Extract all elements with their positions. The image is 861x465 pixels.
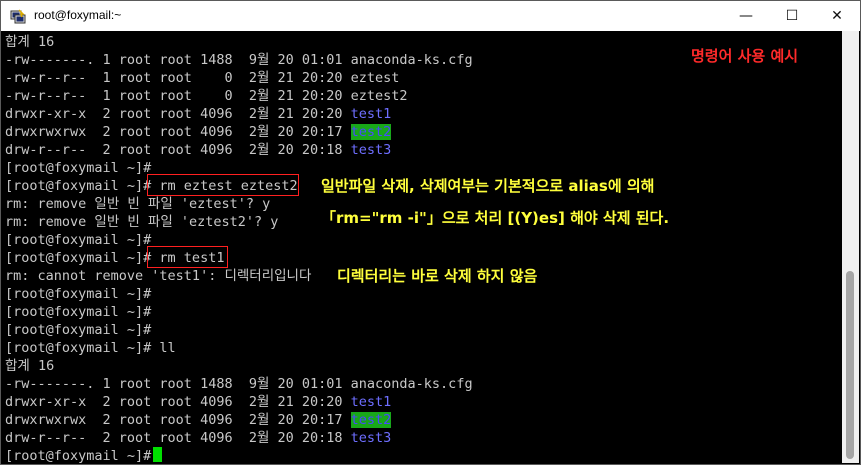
terminal-text: [root@foxymail ~]# <box>5 304 152 320</box>
scrollbar-thumb[interactable] <box>846 271 854 459</box>
terminal-text: drwxrwxrwx 2 root root 4096 2월 20 20:17 <box>5 412 351 428</box>
terminal-line: rm: remove 일반 빈 파일 'eztest'? y <box>5 195 270 213</box>
maximize-icon: ☐ <box>785 8 799 24</box>
annotation-note-2: 디렉터리는 바로 삭제 하지 않음 <box>337 267 538 285</box>
minimize-button[interactable]: — <box>723 1 769 31</box>
terminal-output[interactable]: 합계 16 -rw-------. 1 root root 1488 9월 20 … <box>5 31 841 464</box>
terminal-text: 합계 16 <box>5 358 55 374</box>
annotation-note-1-line-2: 「rm="rm -i"」으로 처리 [(Y)es] 해야 삭제 된다. <box>321 209 670 227</box>
close-icon: ✕ <box>831 8 843 24</box>
directory-name: test3 <box>350 430 392 446</box>
terminal-line: drwxr-xr-x 2 root root 4096 2월 21 20:20 … <box>5 393 391 411</box>
directory-name: test3 <box>350 142 392 158</box>
maximize-button[interactable]: ☐ <box>769 1 815 31</box>
terminal-text: rm: cannot remove 'test1': 디렉터리입니다 <box>5 268 312 284</box>
terminal-text: -rw-------. 1 root root 1488 9월 20 01:01… <box>5 52 473 68</box>
command-highlight-box <box>147 246 228 268</box>
annotation-title: 명령어 사용 예시 <box>691 47 799 65</box>
terminal-line: [root@foxymail ~]# <box>5 231 151 249</box>
terminal-line: -rw-------. 1 root root 1488 9월 20 01:01… <box>5 51 473 69</box>
terminal-line: [root@foxymail ~]# ll <box>5 339 176 357</box>
terminal-text: -rw-------. 1 root root 1488 9월 20 01:01… <box>5 376 473 392</box>
terminal-line: 합계 16 <box>5 357 54 375</box>
terminal-line: rm: remove 일반 빈 파일 'eztest2'? y <box>5 213 278 231</box>
terminal-text: rm: remove 일반 빈 파일 'eztest2'? y <box>5 214 279 230</box>
terminal-text: -rw-r--r-- 1 root root 0 2월 21 20:20 ezt… <box>5 88 408 104</box>
terminal-text: [root@foxymail ~]# <box>5 160 152 176</box>
terminal-line: drwxrwxrwx 2 root root 4096 2월 20 20:17 … <box>5 411 392 429</box>
window-title: root@foxymail:~ <box>34 8 122 22</box>
terminal-line: drwxrwxrwx 2 root root 4096 2월 20 20:17 … <box>5 123 392 141</box>
terminal-text: [root@foxymail ~]# <box>5 448 160 464</box>
terminal-line: -rw-------. 1 root root 1488 9월 20 01:01… <box>5 375 473 393</box>
terminal-line: [root@foxymail ~]# <box>5 303 151 321</box>
terminal-line: [root@foxymail ~]# <box>5 321 151 339</box>
close-button[interactable]: ✕ <box>814 1 860 31</box>
terminal-text: 합계 16 <box>5 34 55 50</box>
terminal-text: [root@foxymail ~]# <box>5 232 152 248</box>
annotation-note-1-line-1: 일반파일 삭제, 삭제여부는 기본적으로 alias에 의해 <box>321 177 655 195</box>
terminal-text: drwxr-xr-x 2 root root 4096 2월 21 20:20 <box>5 394 351 410</box>
terminal-line: [root@foxymail ~]# <box>5 285 151 303</box>
terminal-text: drwxrwxrwx 2 root root 4096 2월 20 20:17 <box>5 124 351 140</box>
directory-name: test2 <box>350 412 392 428</box>
terminal-text: rm: remove 일반 빈 파일 'eztest'? y <box>5 196 271 212</box>
directory-name: test1 <box>350 394 392 410</box>
terminal-text: [root@foxymail ~]# <box>5 322 152 338</box>
terminal-text: [root@foxymail ~]# <box>5 286 152 302</box>
minimize-icon: — <box>739 8 753 24</box>
terminal-line: rm: cannot remove 'test1': 디렉터리입니다 <box>5 267 311 285</box>
command-highlight-box <box>147 174 299 196</box>
terminal-text: [root@foxymail ~]# ll <box>5 340 176 356</box>
terminal-line: [root@foxymail ~]# <box>5 447 160 464</box>
terminal-window: root@foxymail:~ — ☐ ✕ 합계 16 -rw-------. 1… <box>0 0 861 465</box>
directory-name: test2 <box>350 124 392 140</box>
terminal-line: drw-r--r-- 2 root root 4096 2월 20 20:18 … <box>5 141 391 159</box>
terminal-line: drw-r--r-- 2 root root 4096 2월 20 20:18 … <box>5 429 391 447</box>
title-bar[interactable]: root@foxymail:~ — ☐ ✕ <box>1 1 860 31</box>
terminal-text: drw-r--r-- 2 root root 4096 2월 20 20:18 <box>5 142 351 158</box>
terminal-line: [root@foxymail ~]# <box>5 159 151 177</box>
terminal-line: drwxr-xr-x 2 root root 4096 2월 21 20:20 … <box>5 105 391 123</box>
terminal-text: drw-r--r-- 2 root root 4096 2월 20 20:18 <box>5 430 351 446</box>
terminal-line: -rw-r--r-- 1 root root 0 2월 21 20:20 ezt… <box>5 87 408 105</box>
terminal-cursor <box>153 447 162 462</box>
terminal-text: -rw-r--r-- 1 root root 0 2월 21 20:20 ezt… <box>5 70 400 86</box>
terminal-line: -rw-r--r-- 1 root root 0 2월 21 20:20 ezt… <box>5 69 399 87</box>
terminal-text: drwxr-xr-x 2 root root 4096 2월 21 20:20 <box>5 106 351 122</box>
putty-app-icon[interactable] <box>10 8 26 24</box>
directory-name: test1 <box>350 106 392 122</box>
terminal-line: 합계 16 <box>5 33 54 51</box>
